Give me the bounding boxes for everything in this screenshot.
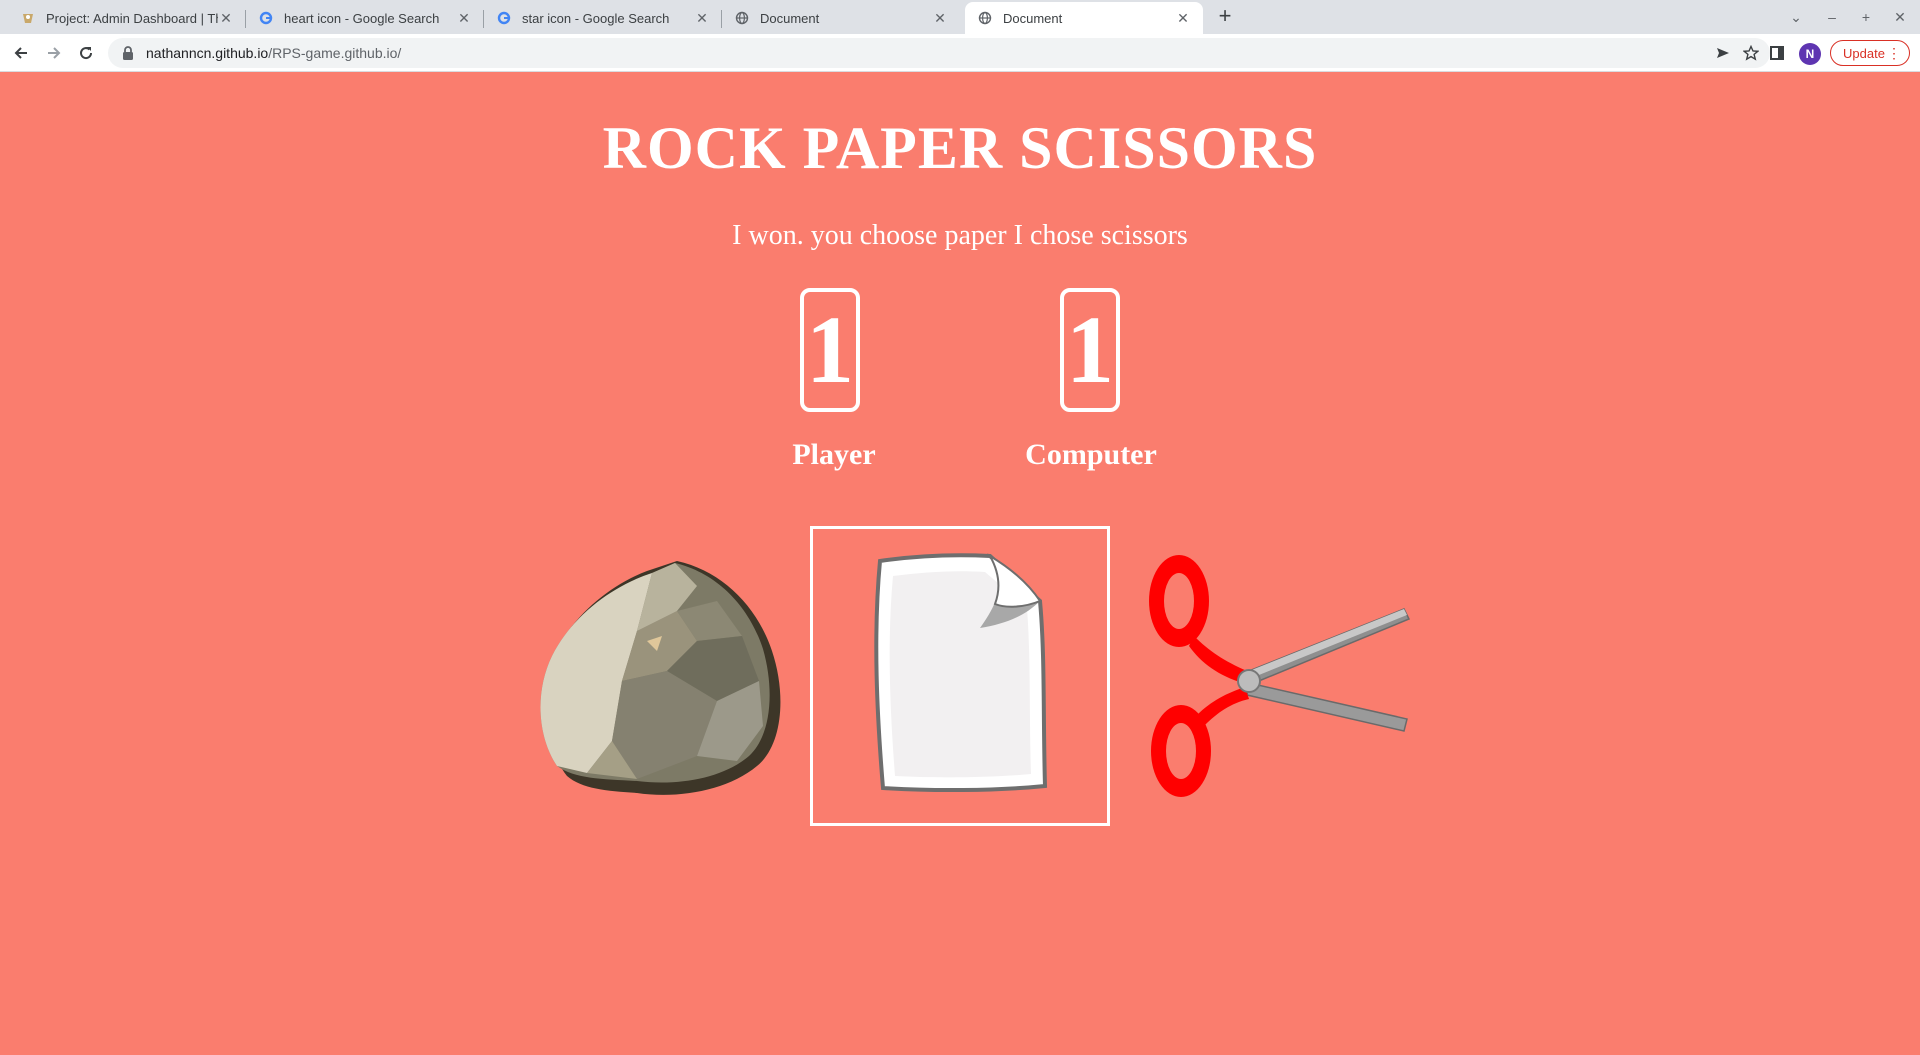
close-tab-icon[interactable]: ✕ [932, 10, 948, 26]
tab-document-active[interactable]: Document ✕ [965, 2, 1203, 34]
game-page: ROCK PAPER SCISSORS I won. you choose pa… [0, 72, 1920, 1055]
browser-toolbar: nathanncn.github.io/RPS-game.github.io/ … [0, 34, 1920, 72]
lock-icon[interactable] [122, 46, 136, 60]
tab-title: Project: Admin Dashboard | Th [46, 10, 218, 26]
reload-icon[interactable] [74, 41, 98, 65]
scissors-choice-button[interactable] [1129, 526, 1429, 826]
player-label: Player [792, 438, 876, 471]
tab-title: heart icon - Google Search [284, 10, 440, 26]
google-icon [258, 10, 274, 26]
tab-title: Document [1003, 10, 1063, 26]
more-menu-icon[interactable]: ⋮ [1887, 43, 1901, 63]
close-tab-icon[interactable]: ✕ [456, 10, 472, 26]
close-tab-icon[interactable]: ✕ [218, 10, 234, 26]
globe-icon [734, 10, 750, 26]
globe-icon [977, 10, 993, 26]
scissors-icon [1149, 555, 1411, 797]
player-score-box: 1 [800, 288, 860, 412]
tab-title: star icon - Google Search [522, 10, 670, 26]
tab-document[interactable]: Document ✕ [722, 2, 960, 34]
paper-choice-button[interactable] [810, 526, 1110, 826]
url-host: nathanncn.github.io [146, 45, 269, 61]
profile-avatar[interactable]: N [1799, 43, 1821, 65]
minimize-icon[interactable]: – [1820, 5, 1844, 29]
rock-choice-button[interactable] [512, 526, 812, 826]
tab-heart-icon-search[interactable]: heart icon - Google Search ✕ [246, 2, 484, 34]
result-message: I won. you choose paper I chose scissors [732, 220, 1188, 251]
close-tab-icon[interactable]: ✕ [694, 10, 710, 26]
forward-arrow-icon[interactable] [42, 41, 66, 65]
tab-admin-dashboard[interactable]: Project: Admin Dashboard | Th ✕ [8, 2, 246, 34]
maximize-icon[interactable]: + [1854, 5, 1878, 29]
google-icon [496, 10, 512, 26]
odin-icon [20, 10, 36, 26]
update-label: Update [1843, 45, 1885, 61]
close-tab-icon[interactable]: ✕ [1175, 10, 1191, 26]
update-button[interactable]: Update ⋮ [1830, 40, 1910, 66]
close-window-icon[interactable]: ✕ [1888, 5, 1912, 29]
page-title: ROCK PAPER SCISSORS [602, 115, 1318, 181]
paper-icon [874, 553, 1048, 793]
bookmark-star-icon[interactable] [1736, 38, 1766, 68]
side-panel-icon[interactable] [1765, 41, 1789, 65]
new-tab-plus-icon[interactable]: + [1213, 5, 1237, 29]
tab-title: Document [760, 10, 820, 26]
back-arrow-icon[interactable] [9, 41, 33, 65]
send-icon[interactable] [1708, 38, 1738, 68]
computer-label: Computer [1025, 438, 1157, 471]
tab-strip: Project: Admin Dashboard | Th ✕ heart ic… [0, 0, 1920, 34]
url-path: /RPS-game.github.io/ [268, 45, 402, 61]
tab-search-chevron-icon[interactable]: ⌄ [1784, 5, 1808, 29]
rock-icon [540, 561, 781, 795]
address-bar[interactable]: nathanncn.github.io/RPS-game.github.io/ [108, 38, 1770, 68]
tab-star-icon-search[interactable]: star icon - Google Search ✕ [484, 2, 722, 34]
computer-score-box: 1 [1060, 288, 1120, 412]
